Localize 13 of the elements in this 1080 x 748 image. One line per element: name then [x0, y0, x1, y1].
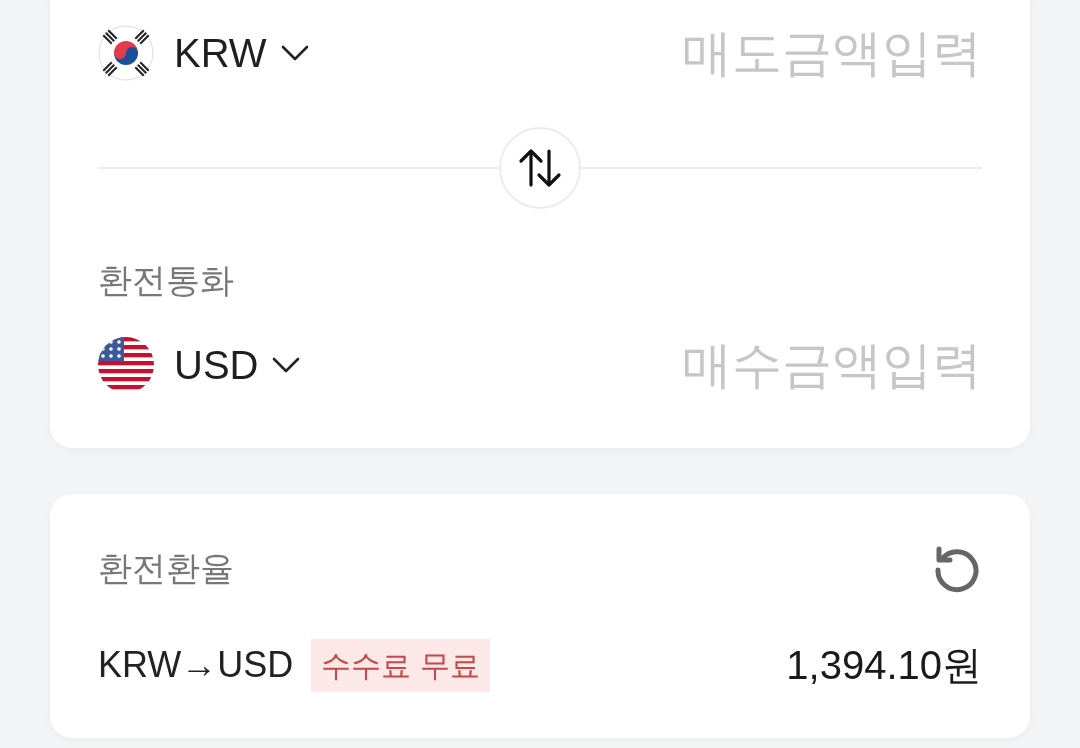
chevron-down-icon — [272, 356, 301, 374]
chevron-down-icon — [280, 44, 309, 62]
amount-field[interactable]: 매수금액입력 — [562, 327, 982, 403]
currency-selector[interactable]: KRW — [98, 23, 309, 83]
currency-pair: KRW→USD — [98, 643, 294, 687]
field-label: 환전통화 — [98, 260, 235, 300]
amount-field[interactable]: 매도금액입력 — [562, 15, 982, 91]
exchange-rate: 1,394.10원 — [786, 642, 982, 689]
flag-icon — [98, 25, 154, 81]
section-label: 환전환율 — [98, 548, 234, 588]
swap-arrows-icon — [518, 148, 562, 188]
fee-badge: 수수료 무료 — [311, 638, 490, 692]
currency-selector[interactable]: USD — [98, 335, 301, 395]
